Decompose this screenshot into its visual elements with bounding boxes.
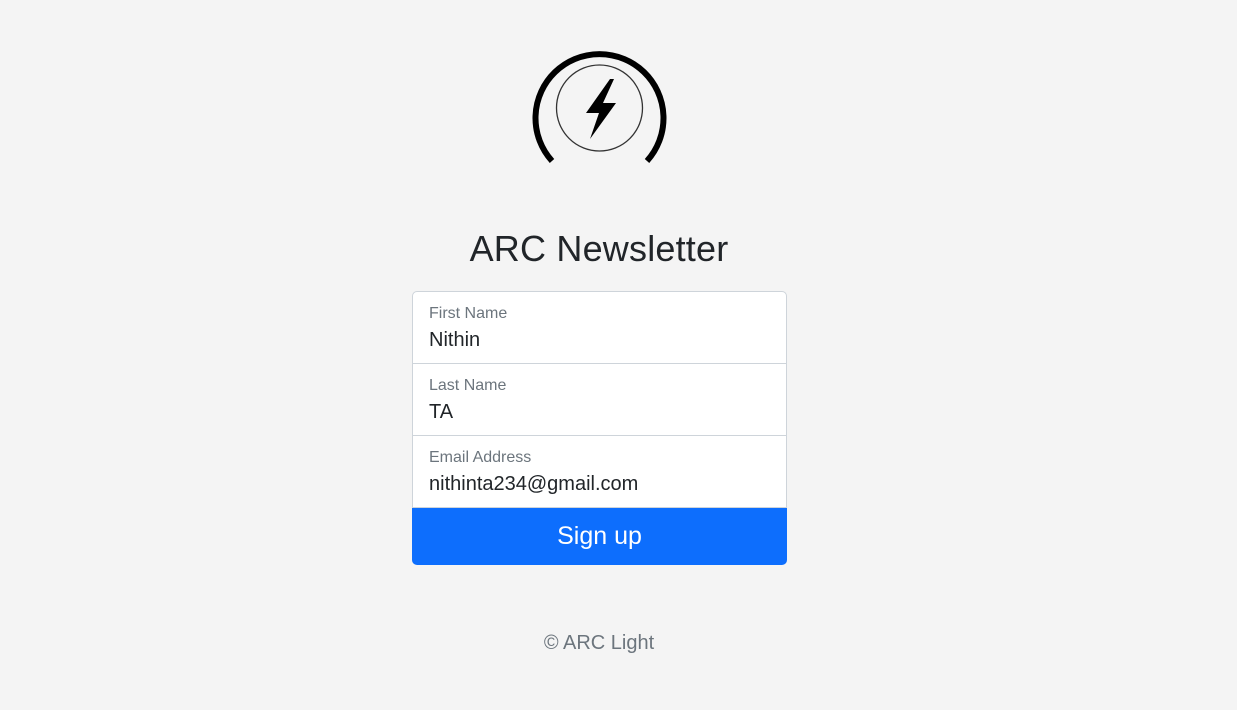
last-name-input[interactable]: TA xyxy=(429,401,453,424)
first-name-field[interactable]: First Name Nithin xyxy=(412,291,787,364)
signup-page: ARC Newsletter First Name Nithin Last Na… xyxy=(0,0,1237,710)
newsletter-form: First Name Nithin Last Name TA Email Add… xyxy=(412,291,787,565)
email-label: Email Address xyxy=(429,449,532,466)
first-name-input[interactable]: Nithin xyxy=(429,329,480,352)
page-title: ARC Newsletter xyxy=(469,228,729,269)
email-input[interactable]: nithinta234@gmail.com xyxy=(429,473,638,496)
last-name-label: Last Name xyxy=(429,377,507,394)
email-field[interactable]: Email Address nithinta234@gmail.com xyxy=(412,435,787,508)
last-name-field[interactable]: Last Name TA xyxy=(412,363,787,436)
lightning-bolt-icon xyxy=(532,51,667,164)
first-name-label: First Name xyxy=(429,305,508,322)
footer-copyright: © ARC Light xyxy=(543,632,655,654)
sign-up-button[interactable]: Sign up xyxy=(412,507,787,565)
